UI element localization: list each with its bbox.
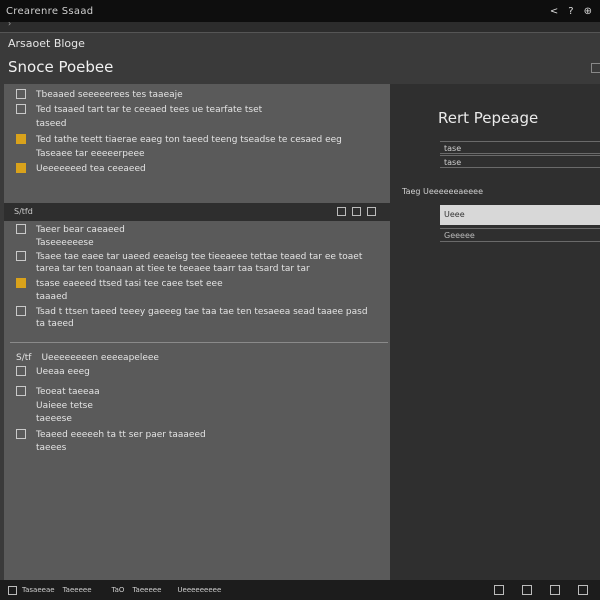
list-item: taeeese: [36, 414, 72, 424]
gold-box-icon: [16, 278, 26, 288]
status-item[interactable]: Taeeeee: [132, 586, 161, 594]
list-item[interactable]: Teoeat taeeaa: [4, 386, 376, 398]
toolbar-strip: ›: [0, 19, 600, 33]
field-row[interactable]: tase: [440, 155, 600, 168]
left-panel: Tbeaaed seeeeerees tes taaeaje Ted tsaae…: [4, 84, 390, 580]
image-icon[interactable]: [494, 585, 504, 595]
help-icon[interactable]: ?: [568, 6, 573, 17]
field-row[interactable]: Geeeee: [440, 228, 600, 242]
field-row[interactable]: tase: [440, 141, 600, 154]
window-titlebar: Crearenre Ssaad < ? ⊕: [0, 0, 600, 22]
list-item: taaaed: [36, 292, 68, 302]
strip-chevron-icon[interactable]: ›: [8, 19, 11, 28]
status-icons: [494, 585, 588, 595]
status-item[interactable]: TaO: [112, 586, 125, 594]
grid-icon[interactable]: [337, 207, 346, 216]
square-icon: [16, 366, 26, 376]
panel-title: Rert Pepeage: [438, 109, 539, 127]
image-icon[interactable]: [578, 585, 588, 595]
list-item: Uaieee tetse: [36, 401, 93, 411]
globe-icon[interactable]: ⊕: [584, 6, 592, 17]
selected-field[interactable]: Ueee: [440, 205, 600, 225]
square-icon: [16, 104, 26, 114]
list-item[interactable]: Tsaee tae eaee tar uaeed eeaeisg tee tie…: [4, 251, 376, 275]
status-bar: Tasaeeae Taeeeee TaO Taeeeee Ueeeeeeeee: [0, 580, 600, 600]
pencil-icon: [16, 306, 26, 316]
section-label: S/tfd: [14, 207, 33, 216]
section-tools: [337, 207, 376, 216]
warning-icon: [16, 251, 26, 261]
square-icon: [16, 89, 26, 99]
window-title: Crearenre Ssaad: [6, 5, 94, 17]
right-panel: Rert Pepeage tase tase Taeg Ueeeeeeaeeee…: [390, 84, 600, 580]
list-item[interactable]: Ted tathe teett tiaerae eaeg ton taeed t…: [4, 134, 376, 146]
status-item[interactable]: Tasaeeae: [8, 585, 55, 595]
settings-icon[interactable]: [367, 207, 376, 216]
list-item: taseed: [36, 119, 67, 129]
status-item[interactable]: Taeeeee: [63, 586, 92, 594]
list-item: Taseaee tar eeeeerpeee: [36, 149, 145, 159]
list-item[interactable]: Tsad t ttsen taeed teeey gaeeeg tae taa …: [4, 306, 376, 330]
list-item[interactable]: tsase eaeeed ttsed tasi tee caee tset ee…: [4, 278, 376, 290]
status-item[interactable]: Ueeeeeeeee: [177, 586, 221, 594]
list-item[interactable]: Ueeeeeeed tea ceeaeed: [4, 163, 376, 175]
section-header: S/tf Ueeeeeeeen eeeeapeleee: [16, 353, 159, 363]
gold-box-icon: [16, 134, 26, 144]
list-item[interactable]: Teaeed eeeeeh ta tt ser paer taaaeed: [4, 429, 376, 441]
divider: [10, 342, 388, 343]
list-item[interactable]: Ueeaa eeeg: [4, 366, 376, 378]
section-toolbar: S/tfd: [4, 203, 390, 221]
square-icon: [8, 585, 17, 595]
list-icon[interactable]: [352, 207, 361, 216]
back-icon[interactable]: <: [550, 6, 558, 17]
list-item: taeees: [36, 443, 67, 453]
breadcrumb[interactable]: Arsaoet Bloge: [8, 37, 85, 50]
image-icon[interactable]: [522, 585, 532, 595]
square-icon: [16, 224, 26, 234]
gold-box-icon: [16, 163, 26, 173]
page-title: Snoce Poebee: [8, 58, 114, 76]
square-icon: [16, 386, 26, 396]
square-icon: [16, 429, 26, 439]
expand-icon[interactable]: [591, 63, 600, 73]
link-icon[interactable]: [550, 585, 560, 595]
list-item[interactable]: Taeer bear caeaeed: [4, 224, 376, 236]
list-item: Taseeeeeese: [36, 238, 94, 248]
window-controls: < ? ⊕: [550, 6, 592, 17]
field-label: Taeg Ueeeeeeaeeee: [402, 187, 483, 196]
list-item[interactable]: Tbeaaed seeeeerees tes taaeaje: [4, 89, 376, 101]
list-item[interactable]: Ted tsaaed tart tar te ceeaed tees ue te…: [4, 104, 376, 116]
